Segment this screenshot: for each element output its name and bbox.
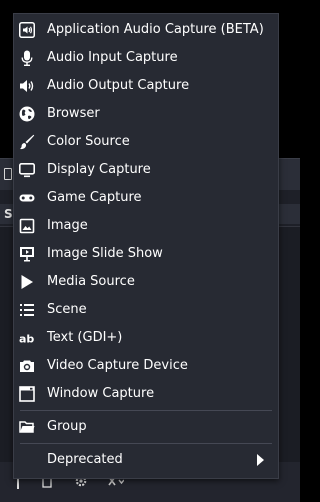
globe-icon — [19, 106, 35, 122]
menu-item-label: Image — [47, 218, 88, 233]
list-icon — [19, 302, 35, 318]
background-dock-title: S — [4, 207, 13, 221]
menu-item-image-slide-show[interactable]: Image Slide Show — [14, 240, 278, 268]
add-source-menu: Application Audio Capture (BETA) Audio I… — [13, 13, 279, 479]
menu-item-label: Scene — [47, 302, 87, 317]
menu-item-label: Audio Input Capture — [47, 50, 178, 65]
menu-item-group[interactable]: Group — [14, 413, 278, 441]
menu-separator — [20, 410, 272, 411]
menu-item-application-audio-capture[interactable]: Application Audio Capture (BETA) — [14, 16, 278, 44]
menu-item-window-capture[interactable]: Window Capture — [14, 380, 278, 408]
menu-item-media-source[interactable]: Media Source — [14, 268, 278, 296]
menu-item-game-capture[interactable]: Game Capture — [14, 184, 278, 212]
svg-text:ab: ab — [19, 333, 34, 346]
speaker-icon — [19, 78, 35, 94]
menu-item-label: Display Capture — [47, 162, 151, 177]
menu-item-label: Application Audio Capture (BETA) — [47, 22, 264, 37]
app-audio-icon — [19, 22, 35, 38]
text-icon: ab — [19, 330, 35, 346]
menu-item-label: Image Slide Show — [47, 246, 163, 261]
monitor-icon — [19, 162, 35, 178]
gamepad-icon — [19, 190, 35, 206]
menu-item-audio-output-capture[interactable]: Audio Output Capture — [14, 72, 278, 100]
chevron-right-icon — [257, 454, 264, 466]
camera-icon — [19, 358, 35, 374]
menu-item-label: Game Capture — [47, 190, 142, 205]
slideshow-icon — [19, 246, 35, 262]
menu-item-scene[interactable]: Scene — [14, 296, 278, 324]
menu-item-deprecated[interactable]: Deprecated — [14, 446, 278, 474]
menu-item-label: Deprecated — [47, 452, 123, 467]
menu-separator — [20, 443, 272, 444]
menu-item-label: Text (GDI+) — [47, 330, 123, 345]
paintbrush-icon — [19, 134, 35, 150]
menu-item-video-capture-device[interactable]: Video Capture Device — [14, 352, 278, 380]
menu-item-display-capture[interactable]: Display Capture — [14, 156, 278, 184]
image-icon — [19, 218, 35, 234]
menu-item-label: Browser — [47, 106, 100, 121]
menu-item-label: Window Capture — [47, 386, 155, 401]
play-icon — [19, 274, 35, 290]
menu-item-color-source[interactable]: Color Source — [14, 128, 278, 156]
menu-item-browser[interactable]: Browser — [14, 100, 278, 128]
menu-item-label: Media Source — [47, 274, 135, 289]
microphone-icon — [19, 50, 35, 66]
menu-item-audio-input-capture[interactable]: Audio Input Capture — [14, 44, 278, 72]
menu-item-label: Audio Output Capture — [47, 78, 190, 93]
menu-item-text-gdi[interactable]: ab Text (GDI+) — [14, 324, 278, 352]
window-icon — [19, 386, 35, 402]
screen: S Application Audio Capture (BETA) Audio… — [0, 0, 300, 502]
folder-icon — [19, 419, 35, 435]
menu-item-label: Video Capture Device — [47, 358, 188, 373]
menu-item-label: Group — [47, 419, 87, 434]
menu-item-image[interactable]: Image — [14, 212, 278, 240]
menu-item-label: Color Source — [47, 134, 130, 149]
background-tab-icon — [4, 168, 12, 180]
